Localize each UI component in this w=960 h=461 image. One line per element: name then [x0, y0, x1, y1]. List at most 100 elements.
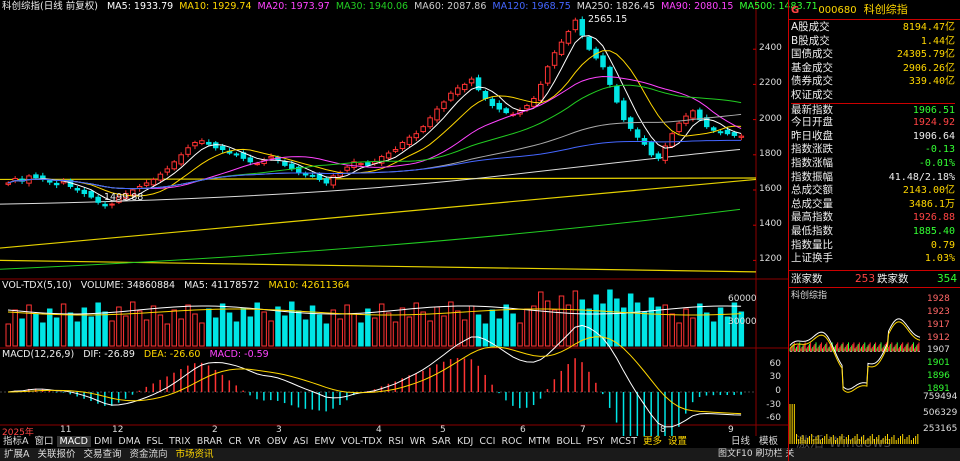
- quote-label: 指数振幅: [791, 170, 833, 183]
- chart-canvas[interactable]: [0, 0, 788, 436]
- tab-indicator[interactable]: WR: [407, 436, 429, 447]
- candle: [558, 41, 565, 55]
- quote-value: 3486.1万: [908, 198, 955, 210]
- tab-template[interactable]: 模板: [756, 436, 781, 447]
- quote-row: A股成交 8194.47亿: [791, 21, 955, 35]
- candle: [565, 31, 572, 44]
- tab-indicator[interactable]: KDJ: [454, 436, 476, 447]
- volume-bar: [289, 301, 295, 347]
- volume-bar: [558, 295, 565, 347]
- tab-indicator[interactable]: TRIX: [166, 436, 194, 447]
- candle: [434, 108, 440, 121]
- tab-indicator[interactable]: ROC: [498, 436, 525, 447]
- quote-header: G 000680 科创综指: [791, 3, 957, 17]
- tab-indicator[interactable]: PSY: [584, 436, 608, 447]
- volume-bar: [40, 322, 46, 347]
- volume-bar: [378, 303, 385, 347]
- ma-legend-item: MA30: 1940.06: [335, 1, 409, 12]
- panel-divider-2: [789, 270, 960, 271]
- quote-label: 最低指数: [791, 225, 833, 237]
- candle: [524, 105, 530, 110]
- tab-indicator[interactable]: BOLL: [553, 436, 583, 447]
- time-tick: 11: [60, 425, 72, 435]
- price-tick: 1600: [759, 184, 782, 194]
- time-tick: 7: [580, 425, 586, 435]
- volume-bar: [544, 300, 551, 347]
- bottom-tab[interactable]: 资金流向: [126, 449, 172, 460]
- tab-indicator[interactable]: MCST: [607, 436, 640, 447]
- candle: [102, 203, 108, 207]
- tab-indicator[interactable]: EMV: [311, 436, 338, 447]
- candle: [600, 55, 606, 68]
- index-code: 000680: [818, 5, 857, 16]
- bottom-tab[interactable]: 关联报价: [34, 449, 80, 460]
- tab-indicator[interactable]: MACD: [56, 436, 91, 447]
- tab-indicator[interactable]: DMA: [115, 436, 143, 447]
- tab-indicator[interactable]: RSI: [385, 436, 406, 447]
- quote-label: 国债成交: [791, 48, 833, 61]
- volume-bar: [219, 303, 226, 347]
- tab-indicator[interactable]: 设置: [665, 436, 690, 447]
- tab-indicator[interactable]: MTM: [525, 436, 553, 447]
- macd-header: MACD(12,26,9) DIF: -26.89 DEA: -26.60 MA…: [2, 349, 275, 361]
- candle: [53, 182, 60, 186]
- candle: [448, 92, 454, 101]
- tab-indicator[interactable]: CR: [226, 436, 245, 447]
- candle: [503, 108, 509, 114]
- macd-dif: DIF: -26.89: [83, 349, 135, 360]
- volume-bar: [19, 318, 25, 347]
- volume-bar: [226, 312, 233, 347]
- candle: [385, 152, 392, 159]
- volume-tick: 60000: [728, 293, 757, 304]
- volume-bar: [330, 309, 337, 347]
- tab-indicator[interactable]: VOL-TDX: [338, 436, 385, 447]
- quote-value: 2906.26亿: [902, 62, 955, 74]
- volume-bar: [593, 294, 599, 347]
- candle: [282, 161, 288, 166]
- tab-indicator[interactable]: FSL: [143, 436, 166, 447]
- volume-indicator-title[interactable]: VOL-TDX(5,10): [2, 280, 72, 291]
- tab-indicator[interactable]: 更多: [640, 436, 665, 447]
- candle: [95, 196, 101, 203]
- bottom-tab[interactable]: 交易查询: [80, 449, 126, 460]
- tab-indicator[interactable]: SAR: [429, 436, 454, 447]
- volume-bar: [399, 307, 406, 347]
- volume-bar: [275, 306, 281, 347]
- quote-label: 权证成交: [791, 89, 833, 101]
- tab-indicator[interactable]: 指标A: [0, 436, 32, 447]
- macd-indicator-title[interactable]: MACD(12,26,9): [2, 349, 74, 360]
- quote-row: 指数振幅 41.48/2.18%: [791, 171, 955, 185]
- bottom-tab[interactable]: 扩展A: [0, 449, 34, 460]
- candle: [413, 133, 420, 139]
- volume-bar: [538, 291, 544, 347]
- volume-bar: [641, 311, 648, 347]
- f10-hint[interactable]: 图文F10 刷功栏 关: [718, 448, 794, 461]
- tab-indicator[interactable]: VR: [245, 436, 264, 447]
- tab-indicator[interactable]: DMI: [91, 436, 115, 447]
- volume-bar: [627, 293, 634, 347]
- tab-indicator[interactable]: CCI: [476, 436, 498, 447]
- tab-indicator[interactable]: OBV: [264, 436, 290, 447]
- quote-value: 339.40亿: [908, 76, 955, 88]
- price-tick: 1800: [759, 148, 782, 159]
- quote-value: 1906.51: [912, 104, 955, 116]
- candle: [468, 78, 475, 84]
- candle: [185, 147, 191, 155]
- bottom-tab[interactable]: 市场资讯: [172, 449, 218, 460]
- macd-tick: -30: [766, 399, 781, 410]
- volume-ma10: MA10: 42611364: [268, 280, 350, 291]
- candle: [254, 163, 260, 166]
- volume-bar: [697, 303, 703, 347]
- quote-label: 总成交额: [791, 184, 833, 197]
- tab-indicator[interactable]: BRAR: [194, 436, 226, 447]
- volume-bar: [240, 307, 247, 347]
- quote-value: 2143.00亿: [902, 185, 955, 197]
- tab-indicator[interactable]: ASI: [290, 436, 311, 447]
- volume-bar: [67, 312, 74, 347]
- quote-value: 1926.88: [912, 212, 955, 224]
- candle: [614, 85, 620, 103]
- tab-indicator[interactable]: 窗口: [32, 436, 57, 447]
- ma-legend-item: MA5: 1933.79: [106, 1, 174, 12]
- quote-value: 24305.79亿: [896, 49, 955, 61]
- tab-daily[interactable]: 日线: [728, 436, 753, 447]
